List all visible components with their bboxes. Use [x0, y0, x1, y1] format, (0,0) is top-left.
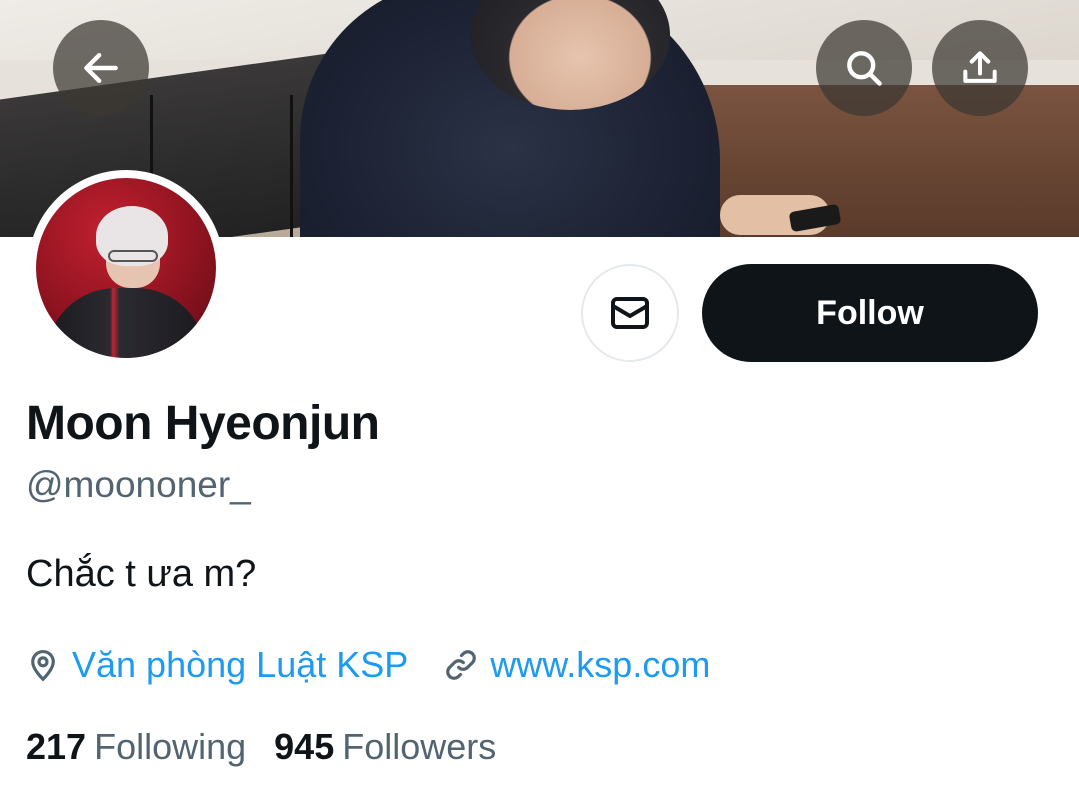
search-button[interactable] — [816, 20, 912, 116]
envelope-icon — [611, 297, 649, 329]
share-button[interactable] — [932, 20, 1028, 116]
arrow-left-icon — [84, 52, 118, 84]
search-icon — [847, 51, 882, 86]
followers-stat[interactable]: 945 Followers — [274, 726, 496, 768]
location-pin-icon — [31, 650, 55, 682]
following-stat[interactable]: 217 Following — [26, 726, 246, 768]
profile-meta: Văn phòng Luật KSP www.ksp.com — [24, 640, 744, 690]
followers-count: 945 — [274, 726, 335, 767]
website-link[interactable]: www.ksp.com — [490, 644, 710, 686]
avatar-body — [46, 288, 206, 358]
profile-display-name: Moon Hyeonjun — [26, 397, 380, 450]
profile-website: www.ksp.com — [442, 644, 710, 686]
avatar-image — [36, 178, 216, 358]
followers-label: Followers — [342, 726, 497, 767]
profile-stats: 217 Following 945 Followers — [26, 726, 524, 768]
profile-location: Văn phòng Luật KSP — [24, 644, 408, 686]
following-label: Following — [94, 726, 247, 767]
profile-bio: Chắc t ưa m? — [26, 553, 257, 595]
share-upload-icon — [963, 51, 997, 83]
banner-bench-seam — [290, 95, 293, 237]
avatar-glasses — [108, 250, 158, 262]
location-text[interactable]: Văn phòng Luật KSP — [72, 644, 408, 686]
profile-handle: @moononer_ — [26, 464, 251, 505]
back-button[interactable] — [53, 20, 149, 116]
link-icon — [446, 650, 477, 680]
profile-avatar[interactable] — [28, 170, 224, 366]
message-button[interactable] — [581, 264, 679, 362]
follow-button[interactable]: Follow — [702, 264, 1038, 362]
following-count: 217 — [26, 726, 87, 767]
